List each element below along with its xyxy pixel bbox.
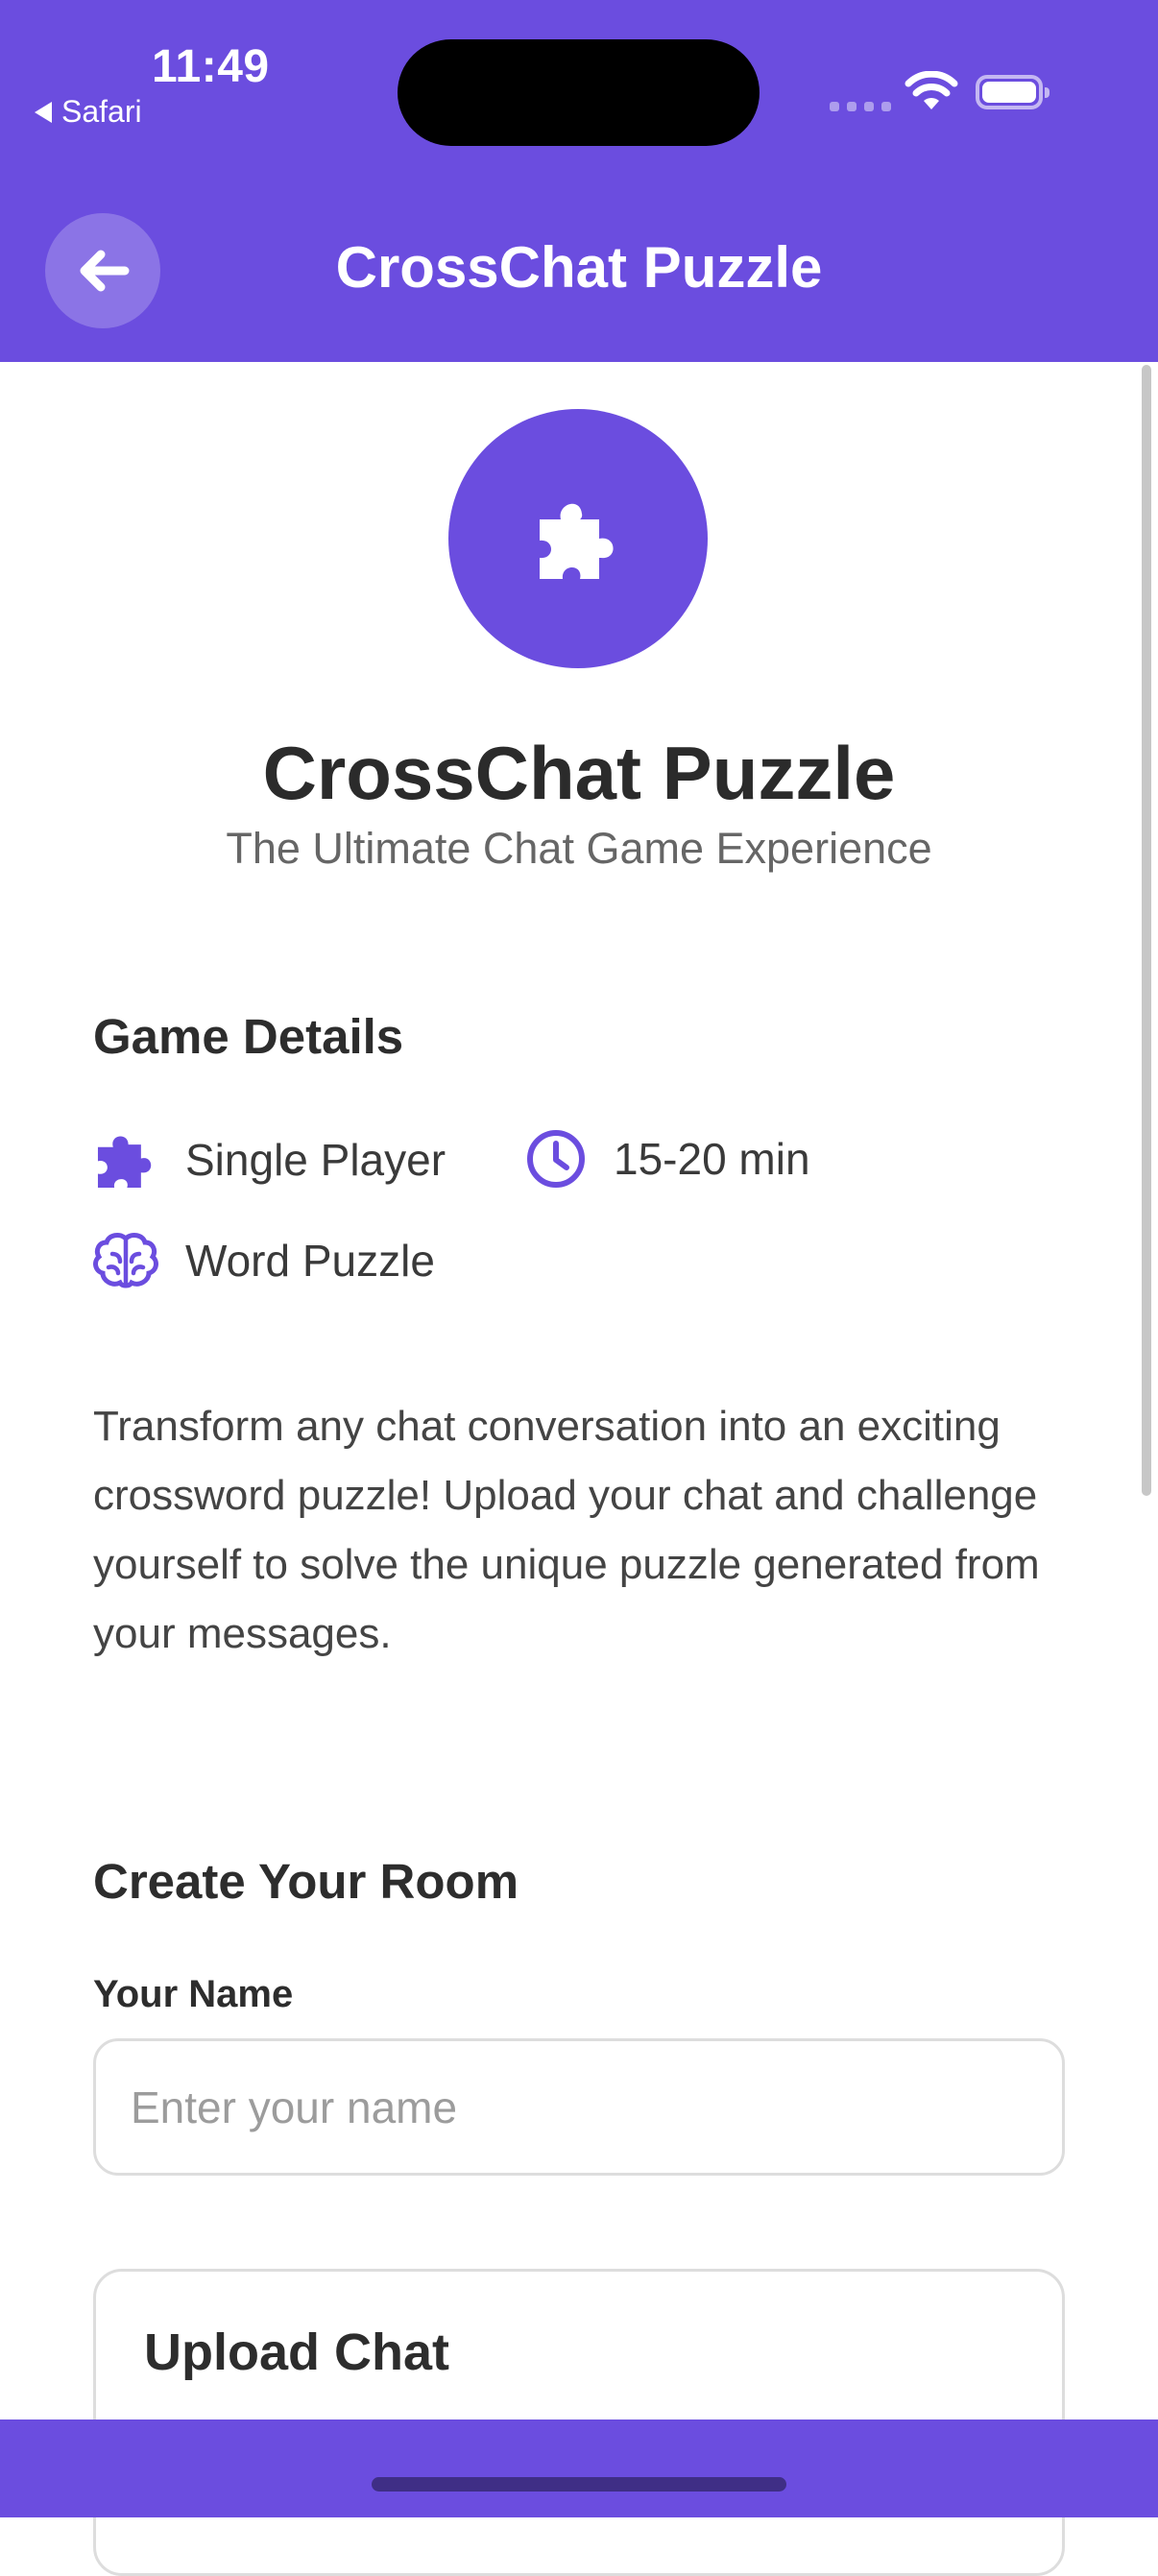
status-back-to-app[interactable]: Safari [35,94,142,130]
upload-chat-title: Upload Chat [144,2323,449,2381]
battery-icon [976,75,1049,109]
detail-duration: 15-20 min [525,1128,810,1190]
detail-duration-label: 15-20 min [614,1134,810,1184]
home-indicator[interactable] [372,2477,786,2492]
wifi-icon [905,71,958,109]
header-title: CrossChat Puzzle [335,235,823,300]
bottom-bar [0,2420,1158,2517]
detail-genre: Word Puzzle [93,1231,435,1290]
detail-genre-label: Word Puzzle [185,1236,435,1286]
app-header: 11:49 Safari CrossChat Puzzle [0,0,1158,362]
puzzle-piece-icon [540,503,614,579]
scrollbar[interactable] [1142,365,1151,1496]
game-subtitle: The Ultimate Chat Game Experience [226,824,932,873]
game-logo [448,409,708,668]
dynamic-island [398,39,760,146]
name-field-label: Your Name [93,1973,294,2015]
create-room-heading: Create Your Room [93,1854,519,1909]
game-title: CrossChat Puzzle [262,731,896,815]
brain-icon [93,1233,158,1288]
detail-players: Single Player [93,1128,446,1192]
detail-players-label: Single Player [185,1135,446,1185]
game-details-heading: Game Details [93,1009,404,1064]
back-triangle-icon [35,101,52,123]
puzzle-piece-icon [97,1136,152,1189]
clock-icon [527,1130,585,1188]
status-time: 11:49 [152,41,270,92]
game-description: Transform any chat conversation into an … [93,1403,1040,1657]
cellular-signal-icon [830,102,891,111]
status-back-label: Safari [61,94,142,129]
name-input[interactable] [93,2038,1065,2176]
